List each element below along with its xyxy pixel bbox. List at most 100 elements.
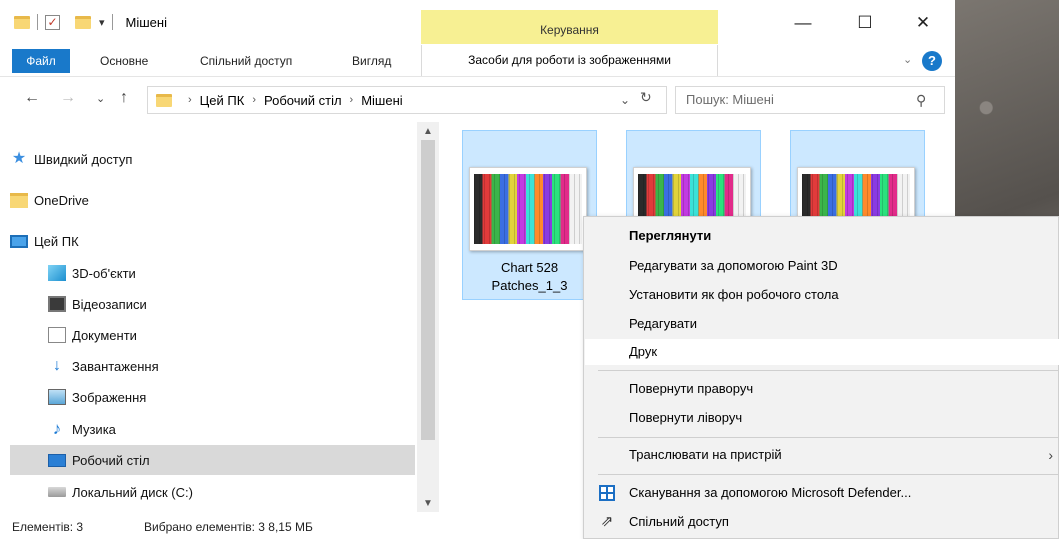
menu-item-preview[interactable]: Переглянути bbox=[585, 223, 1059, 249]
nav-scrollbar[interactable]: ▲ ▼ bbox=[417, 122, 439, 512]
window-title: Мішені bbox=[125, 14, 167, 30]
nav-item-downloads[interactable]: ↓ Завантаження bbox=[48, 351, 415, 381]
chevron-right-icon[interactable]: › bbox=[188, 94, 192, 106]
menu-item-edit[interactable]: Редагувати bbox=[585, 311, 1059, 337]
customize-toolbar-icon[interactable]: ▾ bbox=[99, 16, 105, 29]
address-bar[interactable]: › Цей ПК › Робочий стіл › Мішені bbox=[147, 86, 667, 114]
menu-item-set-wallpaper[interactable]: Установити як фон робочого стола bbox=[585, 282, 1059, 308]
minimize-button[interactable]: — bbox=[780, 8, 826, 38]
nav-item-3d-objects[interactable]: 3D-об'єкти bbox=[48, 258, 415, 288]
chevron-down-icon[interactable]: ⌄ bbox=[620, 93, 630, 107]
forward-arrow-icon[interactable]: → bbox=[60, 89, 76, 107]
documents-icon bbox=[48, 327, 66, 343]
expand-ribbon-icon[interactable]: ⌄ bbox=[903, 53, 912, 66]
nav-item-label: Швидкий доступ bbox=[34, 151, 133, 167]
tab-share[interactable]: Спільний доступ bbox=[200, 49, 292, 73]
properties-icon[interactable]: ✓ bbox=[45, 14, 60, 30]
download-icon: ↓ bbox=[53, 357, 61, 374]
folder-icon bbox=[10, 192, 28, 208]
share-icon: ⇗ bbox=[600, 513, 614, 530]
star-icon: ★ bbox=[11, 150, 27, 167]
nav-item-label: Зображення bbox=[72, 389, 147, 405]
nav-item-this-pc[interactable]: Цей ПК bbox=[10, 226, 415, 256]
tab-picture-tools[interactable]: Засоби для роботи із зображеннями bbox=[421, 45, 718, 76]
nav-item-label: Локальний диск (C:) bbox=[72, 484, 193, 500]
nav-item-label: Документи bbox=[72, 327, 137, 343]
nav-item-quick-access[interactable]: ★ Швидкий доступ bbox=[10, 144, 415, 174]
new-folder-icon[interactable] bbox=[75, 15, 91, 29]
menu-item-print[interactable]: Друк bbox=[585, 339, 1059, 365]
breadcrumb-desktop[interactable]: Робочий стіл bbox=[264, 93, 342, 108]
tab-file[interactable]: Файл bbox=[12, 49, 70, 73]
menu-separator bbox=[598, 474, 1058, 475]
image-thumbnail bbox=[469, 167, 587, 251]
menu-item-label: Спільний доступ bbox=[629, 514, 729, 529]
divider bbox=[111, 14, 113, 30]
divider bbox=[37, 14, 38, 30]
nav-item-label: Завантаження bbox=[72, 358, 159, 374]
navigation-pane: ★ Швидкий доступ OneDrive Цей ПК 3D-об'є… bbox=[0, 122, 440, 512]
refresh-icon[interactable]: ↻ bbox=[640, 89, 652, 106]
nav-item-videos[interactable]: Відеозаписи bbox=[48, 289, 415, 319]
nav-item-pictures[interactable]: Зображення bbox=[48, 382, 415, 412]
breadcrumb-this-pc[interactable]: Цей ПК bbox=[200, 93, 245, 108]
tab-home[interactable]: Основне bbox=[100, 49, 148, 73]
help-button[interactable]: ? bbox=[922, 51, 942, 71]
menu-item-rotate-left[interactable]: Повернути ліворуч bbox=[585, 405, 1059, 431]
3d-objects-icon bbox=[48, 265, 66, 281]
menu-separator bbox=[598, 370, 1058, 371]
nav-item-desktop[interactable]: Робочий стіл bbox=[10, 445, 415, 475]
search-icon[interactable]: ⚲ bbox=[916, 87, 926, 113]
defender-icon bbox=[599, 485, 615, 501]
desktop-icon bbox=[48, 453, 66, 467]
nav-item-documents[interactable]: Документи bbox=[48, 320, 415, 350]
nav-item-local-disk[interactable]: Локальний диск (C:) bbox=[48, 477, 415, 507]
nav-item-label: 3D-об'єкти bbox=[72, 265, 136, 281]
folder-icon bbox=[156, 93, 172, 107]
chevron-right-icon[interactable]: › bbox=[350, 94, 354, 106]
pictures-icon bbox=[48, 389, 66, 405]
file-name: Chart 528 Patches_1_3 bbox=[491, 260, 568, 293]
nav-item-onedrive[interactable]: OneDrive bbox=[10, 185, 415, 215]
menu-item-rotate-right[interactable]: Повернути праворуч bbox=[585, 376, 1059, 402]
video-icon bbox=[48, 296, 66, 312]
tab-manage[interactable]: Керування bbox=[421, 10, 718, 44]
chevron-right-icon: › bbox=[1048, 447, 1053, 463]
computer-icon bbox=[10, 234, 28, 248]
file-item[interactable]: Chart 528 Patches_1_3 bbox=[462, 130, 597, 300]
menu-item-share[interactable]: ⇗ Спільний доступ bbox=[585, 509, 1059, 535]
menu-item-defender-scan[interactable]: Сканування за допомогою Microsoft Defend… bbox=[585, 480, 1059, 506]
chevron-right-icon[interactable]: › bbox=[252, 94, 256, 106]
recent-locations-icon[interactable]: ⌄ bbox=[96, 92, 105, 105]
selection-info: Вибрано елементів: 3 8,15 МБ bbox=[144, 520, 313, 534]
context-menu: Переглянути Редагувати за допомогою Pain… bbox=[583, 216, 1059, 539]
address-row: ← → ⌄ ↑ › Цей ПК › Робочий стіл › Мішені… bbox=[0, 82, 955, 118]
tab-view[interactable]: Вигляд bbox=[352, 49, 391, 73]
scroll-down-icon[interactable]: ▼ bbox=[423, 498, 433, 509]
search-placeholder: Пошук: Мішені bbox=[686, 92, 774, 107]
scroll-thumb[interactable] bbox=[421, 140, 435, 440]
back-arrow-icon[interactable]: ← bbox=[24, 89, 40, 107]
folder-icon bbox=[14, 15, 30, 29]
nav-item-label: OneDrive bbox=[34, 192, 89, 208]
close-button[interactable]: ✕ bbox=[900, 8, 946, 38]
maximize-button[interactable]: ☐ bbox=[842, 8, 888, 38]
menu-separator bbox=[598, 437, 1058, 438]
menu-item-cast-to-device[interactable]: Транслювати на пристрій › bbox=[585, 442, 1059, 468]
drive-icon bbox=[48, 487, 66, 497]
up-arrow-icon[interactable]: ↑ bbox=[120, 89, 128, 107]
nav-item-music[interactable]: ♪ Музика bbox=[48, 414, 415, 444]
breadcrumb-folder[interactable]: Мішені bbox=[361, 93, 402, 108]
ribbon-tabs: Файл Основне Спільний доступ Вигляд Засо… bbox=[0, 45, 955, 77]
menu-item-label: Транслювати на пристрій bbox=[629, 447, 782, 462]
nav-item-label: Цей ПК bbox=[34, 233, 79, 249]
nav-item-label: Робочий стіл bbox=[72, 452, 150, 468]
menu-item-edit-paint3d[interactable]: Редагувати за допомогою Paint 3D bbox=[585, 253, 1059, 279]
music-icon: ♪ bbox=[52, 419, 62, 438]
nav-item-label: Музика bbox=[72, 421, 116, 437]
search-input[interactable]: Пошук: Мішені ⚲ bbox=[675, 86, 945, 114]
menu-item-label: Сканування за допомогою Microsoft Defend… bbox=[629, 485, 912, 500]
title-bar: ✓ ▾ Мішені Керування — ☐ ✕ bbox=[0, 0, 955, 45]
quick-access-toolbar: ✓ ▾ Мішені bbox=[14, 12, 167, 32]
scroll-up-icon[interactable]: ▲ bbox=[423, 126, 433, 137]
